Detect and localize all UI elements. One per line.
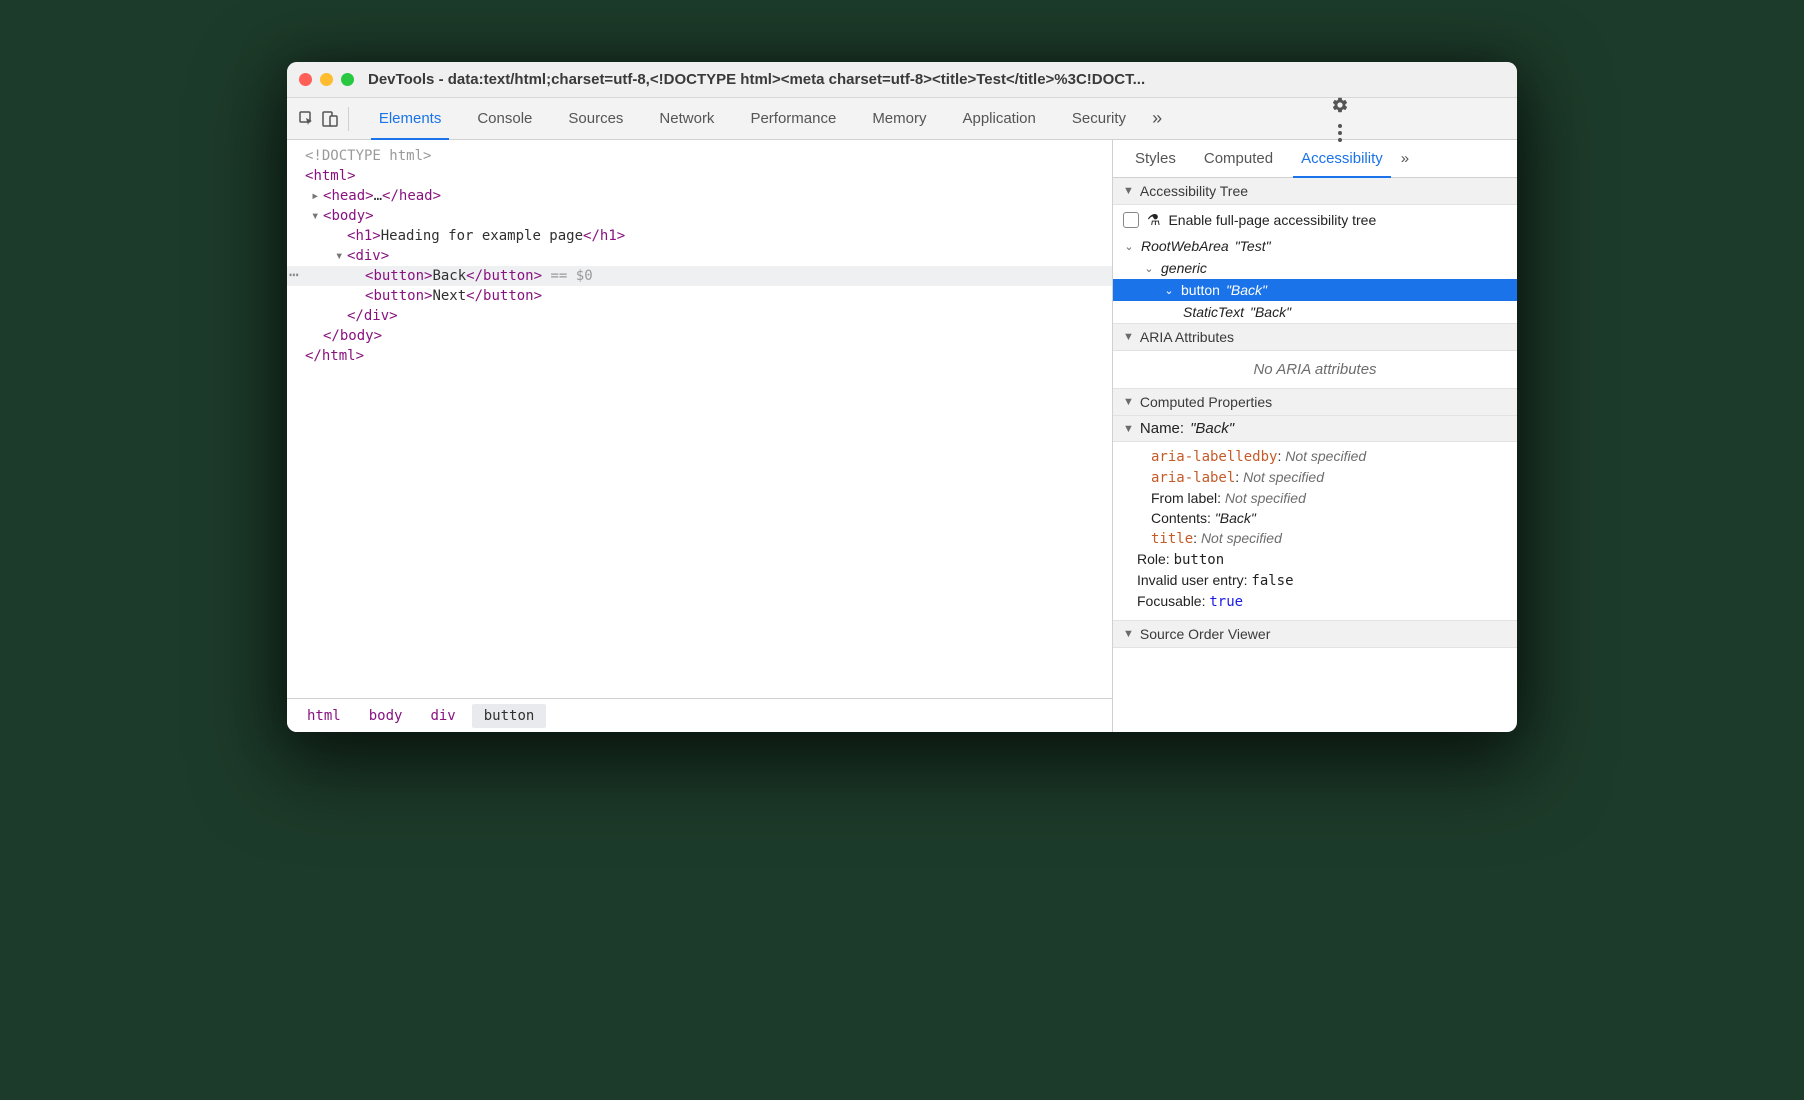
traffic-lights xyxy=(299,73,354,86)
section-source-order[interactable]: ▼ Source Order Viewer xyxy=(1113,620,1517,648)
html-close[interactable]: </html> xyxy=(287,346,1112,366)
sidebar-tab-accessibility[interactable]: Accessibility xyxy=(1287,140,1397,178)
comp-invalid: Invalid user entry: false xyxy=(1127,570,1503,591)
computed-name-row[interactable]: ▼ Name: "Back" xyxy=(1113,416,1517,442)
devtools-window: DevTools - data:text/html;charset=utf-8,… xyxy=(287,62,1517,732)
elements-panel: <!DOCTYPE html> <html> ▸<head>…</head> ▾… xyxy=(287,140,1113,732)
comp-contents: Contents: "Back" xyxy=(1127,508,1503,528)
comp-focusable: Focusable: true xyxy=(1127,591,1503,612)
name-label: Name: xyxy=(1140,420,1184,437)
sidebar: Styles Computed Accessibility » ▼ Access… xyxy=(1113,140,1517,732)
window-titlebar: DevTools - data:text/html;charset=utf-8,… xyxy=(287,62,1517,98)
enable-fullpage-row[interactable]: ⚗ Enable full-page accessibility tree xyxy=(1113,205,1517,235)
comp-from-label: From label: Not specified xyxy=(1127,488,1503,508)
comp-aria-labelledby: aria-labelledby: Not specified xyxy=(1127,446,1503,467)
aria-empty-text: No ARIA attributes xyxy=(1113,351,1517,388)
head-node[interactable]: ▸<head>…</head> xyxy=(287,186,1112,206)
section-title: ARIA Attributes xyxy=(1140,329,1234,345)
disclosure-triangle-icon: ▼ xyxy=(1123,423,1134,435)
inspect-element-icon[interactable] xyxy=(295,105,318,133)
div-close[interactable]: </div> xyxy=(287,306,1112,326)
tab-elements[interactable]: Elements xyxy=(361,98,460,140)
section-title: Source Order Viewer xyxy=(1140,626,1270,642)
tab-sources[interactable]: Sources xyxy=(550,98,641,140)
tab-network[interactable]: Network xyxy=(641,98,732,140)
accessibility-tree-body: ⌄ RootWebArea "Test" ⌄ generic ⌄ button … xyxy=(1113,235,1517,323)
crumb-button[interactable]: button xyxy=(472,704,547,728)
sidebar-tab-styles[interactable]: Styles xyxy=(1121,140,1190,178)
enable-fullpage-label: Enable full-page accessibility tree xyxy=(1168,212,1376,228)
section-title: Accessibility Tree xyxy=(1140,183,1248,199)
section-accessibility-tree[interactable]: ▼ Accessibility Tree xyxy=(1113,178,1517,205)
button-next-node[interactable]: <button>Next</button> xyxy=(287,286,1112,306)
tab-console[interactable]: Console xyxy=(459,98,550,140)
device-toolbar-icon[interactable] xyxy=(318,105,341,133)
comp-aria-label: aria-label: Not specified xyxy=(1127,467,1503,488)
sidebar-more-tabs-icon[interactable]: » xyxy=(1401,150,1409,167)
tab-security[interactable]: Security xyxy=(1054,98,1144,140)
disclosure-triangle-icon: ▼ xyxy=(1123,628,1134,640)
atree-root[interactable]: ⌄ RootWebArea "Test" xyxy=(1113,235,1517,257)
doctype-line[interactable]: <!DOCTYPE html> xyxy=(287,146,1112,166)
chevron-down-icon: ⌄ xyxy=(1163,284,1175,297)
tab-application[interactable]: Application xyxy=(944,98,1053,140)
disclosure-triangle-icon: ▼ xyxy=(1123,331,1134,343)
section-aria-attributes[interactable]: ▼ ARIA Attributes xyxy=(1113,323,1517,351)
sidebar-tabs: Styles Computed Accessibility » xyxy=(1113,140,1517,178)
crumb-div[interactable]: div xyxy=(418,704,467,728)
checkbox[interactable] xyxy=(1123,212,1139,228)
tab-memory[interactable]: Memory xyxy=(854,98,944,140)
more-tabs-icon[interactable]: » xyxy=(1144,108,1170,129)
main-tabs: Elements Console Sources Network Perform… xyxy=(361,98,1170,140)
body-open[interactable]: ▾<body> xyxy=(287,206,1112,226)
body-close[interactable]: </body> xyxy=(287,326,1112,346)
atree-statictext[interactable]: StaticText "Back" xyxy=(1113,301,1517,323)
settings-icon[interactable] xyxy=(1325,96,1355,114)
window-title: DevTools - data:text/html;charset=utf-8,… xyxy=(368,71,1505,88)
comp-role: Role: button xyxy=(1127,549,1503,570)
h1-node[interactable]: <h1>Heading for example page</h1> xyxy=(287,226,1112,246)
div-open[interactable]: ▾<div> xyxy=(287,246,1112,266)
breadcrumb: html body div button xyxy=(287,698,1112,732)
section-title: Computed Properties xyxy=(1140,394,1272,410)
main-toolbar: Elements Console Sources Network Perform… xyxy=(287,98,1517,140)
main-panel: <!DOCTYPE html> <html> ▸<head>…</head> ▾… xyxy=(287,140,1517,732)
close-icon[interactable] xyxy=(299,73,312,86)
disclosure-triangle-icon: ▼ xyxy=(1123,396,1134,408)
dom-tree[interactable]: <!DOCTYPE html> <html> ▸<head>…</head> ▾… xyxy=(287,140,1112,698)
zoom-icon[interactable] xyxy=(341,73,354,86)
crumb-body[interactable]: body xyxy=(357,704,415,728)
chevron-down-icon: ⌄ xyxy=(1143,262,1155,275)
more-options-icon[interactable] xyxy=(1332,124,1348,142)
flask-icon: ⚗ xyxy=(1147,211,1160,229)
crumb-html[interactable]: html xyxy=(295,704,353,728)
atree-generic[interactable]: ⌄ generic xyxy=(1113,257,1517,279)
comp-title: title: Not specified xyxy=(1127,528,1503,549)
atree-button[interactable]: ⌄ button "Back" xyxy=(1113,279,1517,301)
toolbar-divider xyxy=(348,107,349,131)
tab-performance[interactable]: Performance xyxy=(732,98,854,140)
html-open[interactable]: <html> xyxy=(287,166,1112,186)
sidebar-tab-computed[interactable]: Computed xyxy=(1190,140,1287,178)
name-value: "Back" xyxy=(1190,420,1234,437)
chevron-down-icon: ⌄ xyxy=(1123,240,1135,253)
section-computed-properties[interactable]: ▼ Computed Properties xyxy=(1113,388,1517,416)
button-back-node[interactable]: <button>Back</button> == $0 xyxy=(287,266,1112,286)
minimize-icon[interactable] xyxy=(320,73,333,86)
computed-list: aria-labelledby: Not specified aria-labe… xyxy=(1113,442,1517,620)
disclosure-triangle-icon: ▼ xyxy=(1123,185,1134,197)
